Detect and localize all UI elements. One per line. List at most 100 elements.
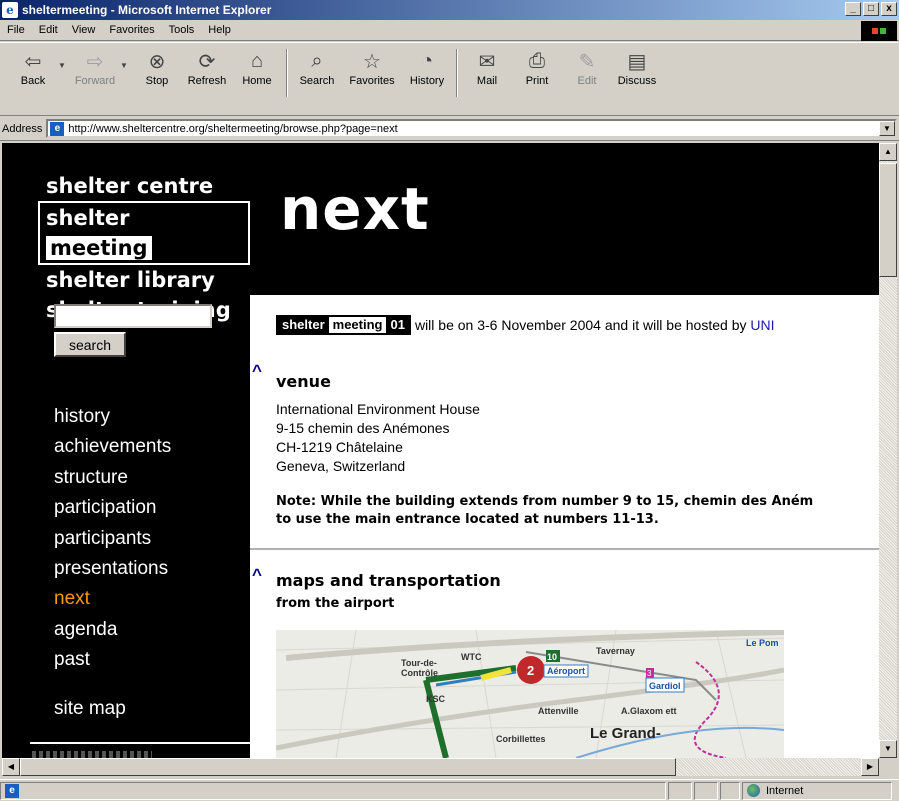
favorites-icon: ☆ (363, 50, 381, 73)
home-button[interactable]: ⌂ Home (232, 47, 282, 107)
stop-button[interactable]: ⊗ Stop (132, 47, 182, 107)
home-label: Home (242, 75, 272, 87)
map-label-tavernay: Tavernay (596, 646, 635, 656)
map-label-tour: Tour-de- (401, 658, 437, 668)
stop-icon: ⊗ (148, 50, 166, 73)
mail-label: Mail (476, 75, 498, 87)
nav-item-participants[interactable]: participants (54, 524, 171, 554)
badge-shelter: shelter (282, 317, 325, 332)
page-viewport: shelter centre shelter meeting shelter l… (2, 143, 879, 758)
scroll-down-button[interactable]: ▼ (879, 740, 897, 758)
search-icon: ⌕ (311, 49, 323, 72)
menu-bar: File Edit View Favorites Tools Help (0, 20, 899, 41)
status-pane-empty (720, 781, 740, 800)
favorites-button[interactable]: ☆ Favorites (342, 47, 402, 107)
back-dropdown-icon[interactable]: ▼ (58, 47, 70, 70)
mail-icon: ✉ (478, 50, 496, 73)
page-title: next (280, 175, 430, 243)
map-label-aeroport: Aéroport (547, 666, 585, 676)
refresh-label: Refresh (187, 75, 227, 87)
vertical-scrollbar[interactable]: ▲ ▼ (879, 143, 897, 758)
venue-note: Note: While the building extends from nu… (276, 493, 813, 529)
minimize-button[interactable]: _ (845, 2, 861, 16)
security-zone-pane: Internet (742, 781, 892, 800)
address-dropdown-icon[interactable]: ▼ (879, 121, 895, 136)
scroll-up-button[interactable]: ▲ (879, 143, 897, 161)
address-line: CH-1219 Châtelaine (276, 439, 403, 455)
map-label-le-grand: Le Grand- (590, 725, 661, 742)
brand-shelter-meeting-link[interactable]: shelter meeting (38, 201, 250, 265)
history-button[interactable]: ◔ History (402, 47, 452, 107)
search-button[interactable]: search (54, 332, 126, 357)
map-label-ksc: KSC (426, 694, 446, 704)
sidebar: shelter centre shelter meeting shelter l… (2, 143, 250, 758)
brand-meeting-word: meeting (46, 236, 152, 260)
vertical-scroll-thumb[interactable] (879, 163, 897, 277)
site-brand: shelter centre shelter meeting shelter l… (38, 171, 250, 325)
close-button[interactable]: x (881, 2, 897, 16)
search-input[interactable] (54, 304, 212, 328)
nav-item-past[interactable]: past (54, 645, 171, 675)
brand-shelter-library-link[interactable]: shelter library (46, 265, 250, 295)
back-to-top-arrow-icon[interactable]: ^ (252, 565, 262, 585)
back-label: Back (20, 75, 46, 87)
nav-item-agenda[interactable]: agenda (54, 615, 171, 645)
page-status-icon: e (5, 783, 19, 798)
refresh-button[interactable]: ⟳ Refresh (182, 47, 232, 107)
nav-item-achievements[interactable]: achievements (54, 432, 171, 462)
map-graphic: 2 10 3 Tour-de- Contrôle WTC Tavernay Aé… (276, 630, 784, 758)
history-icon: ◔ (420, 49, 434, 72)
scroll-right-button[interactable]: ▶ (861, 758, 879, 776)
scroll-left-button[interactable]: ◀ (2, 758, 20, 776)
venue-title: venue (276, 372, 331, 391)
brand-shelter-centre-link[interactable]: shelter centre (46, 171, 250, 201)
discuss-button[interactable]: ▤ Discuss (612, 47, 662, 107)
menu-edit[interactable]: Edit (32, 24, 65, 36)
horizontal-scroll-thumb[interactable] (20, 758, 676, 776)
back-button[interactable]: ⇦ Back (8, 47, 58, 107)
nav-item-structure[interactable]: structure (54, 463, 171, 493)
menu-view[interactable]: View (65, 24, 103, 36)
main-content: shelter meeting 01 will be on 3-6 Novemb… (250, 295, 879, 758)
forward-dropdown-icon[interactable]: ▼ (120, 47, 132, 70)
menu-favorites[interactable]: Favorites (102, 24, 161, 36)
site-map-link[interactable]: site map (54, 698, 126, 720)
note-line: to use the main entrance located at numb… (276, 512, 659, 527)
security-zone-label: Internet (766, 784, 804, 797)
address-line: Geneva, Switzerland (276, 458, 406, 474)
maximize-button[interactable]: □ (863, 2, 879, 16)
address-line: 9-15 chemin des Anémones (276, 420, 450, 436)
internet-zone-icon (747, 784, 760, 797)
map-label-2: 2 (527, 663, 534, 678)
search-toolbar-label: Search (299, 75, 335, 87)
menu-tools[interactable]: Tools (162, 24, 202, 36)
forward-arrow-icon: ⇨ (86, 50, 104, 73)
menu-file[interactable]: File (0, 24, 32, 36)
mail-button[interactable]: ✉ Mail (462, 47, 512, 107)
discuss-icon: ▤ (627, 50, 647, 73)
search-toolbar-button[interactable]: ⌕ Search (292, 47, 342, 107)
forward-button[interactable]: ⇨ Forward (70, 47, 120, 107)
horizontal-scrollbar[interactable]: ◀ ▶ (2, 758, 879, 776)
nav-item-history[interactable]: history (54, 402, 171, 432)
window-title-bar[interactable]: e sheltermeeting - Microsoft Internet Ex… (0, 0, 899, 20)
print-button[interactable]: ⎙ Print (512, 47, 562, 107)
nav-item-next[interactable]: next (54, 584, 171, 614)
scrollbar-corner (879, 758, 897, 776)
airport-map-image: 2 10 3 Tour-de- Contrôle WTC Tavernay Aé… (276, 630, 784, 758)
back-to-top-arrow-icon[interactable]: ^ (252, 361, 262, 381)
edit-icon: ✎ (578, 50, 596, 73)
nav-item-participation[interactable]: participation (54, 493, 171, 523)
badge-meeting: meeting (328, 317, 387, 333)
back-arrow-icon: ⇦ (24, 50, 42, 73)
nav-item-presentations[interactable]: presentations (54, 554, 171, 584)
map-label-controle: Contrôle (401, 668, 438, 678)
badge-number: 01 (390, 317, 405, 332)
map-label-wtc: WTC (461, 652, 482, 662)
brand-shelter-word: shelter (46, 206, 130, 230)
address-field[interactable]: e http://www.sheltercentre.org/shelterme… (46, 119, 897, 138)
host-link[interactable]: UNI (750, 317, 774, 333)
menu-help[interactable]: Help (201, 24, 238, 36)
edit-button[interactable]: ✎ Edit (562, 47, 612, 107)
window-title: sheltermeeting - Microsoft Internet Expl… (22, 3, 272, 17)
